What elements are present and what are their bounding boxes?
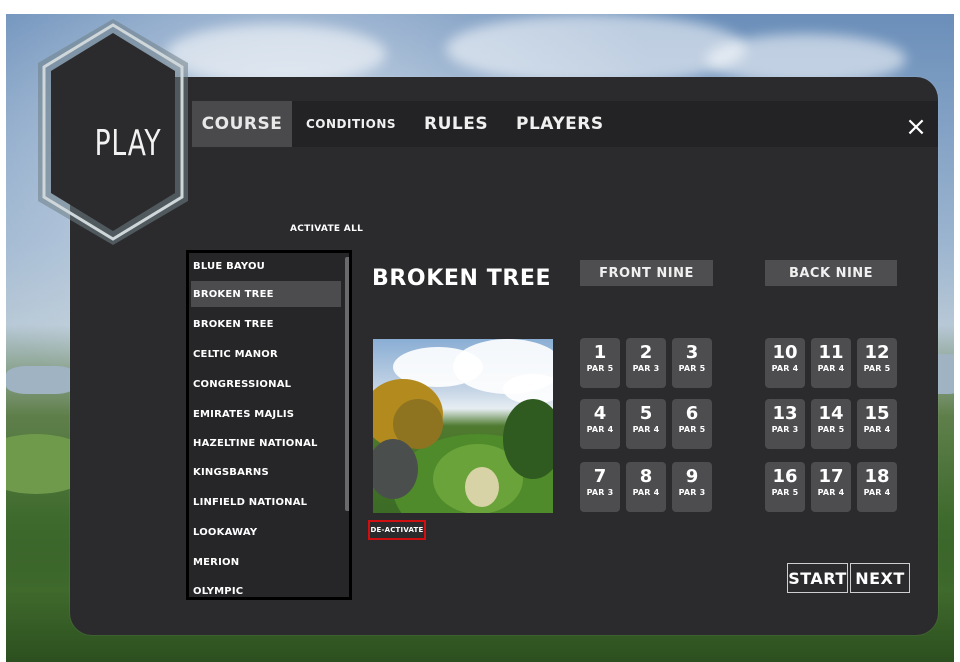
hole-par: PAR 5	[586, 364, 614, 373]
cloud	[166, 24, 386, 84]
hole-number: 12	[864, 342, 890, 363]
next-button[interactable]: NEXT	[850, 563, 910, 593]
hole-par: PAR 5	[678, 364, 706, 373]
hole-button[interactable]: 9 PAR 3	[672, 462, 712, 512]
play-badge: PLAY	[28, 15, 198, 255]
tab-course-label: COURSE	[201, 114, 283, 134]
hole-par: PAR 3	[678, 488, 706, 497]
hole-button[interactable]: 8 PAR 4	[626, 462, 666, 512]
hole-number: 7	[593, 466, 607, 487]
hole-par: PAR 4	[817, 488, 845, 497]
hole-par: PAR 3	[632, 364, 660, 373]
hole-button[interactable]: 5 PAR 4	[626, 399, 666, 449]
hole-par: PAR 5	[863, 364, 891, 373]
hole-par: PAR 5	[678, 425, 706, 434]
course-preview-image	[373, 339, 553, 513]
course-list-item[interactable]: OLYMPIC	[191, 578, 341, 597]
hole-number: 17	[818, 466, 844, 487]
hole-number: 9	[685, 466, 699, 487]
close-icon: ×	[905, 112, 927, 142]
hole-par: PAR 4	[632, 488, 660, 497]
course-list: BLUE BAYOU BROKEN TREE BROKEN TREE CELTI…	[186, 250, 352, 600]
hole-number: 4	[593, 403, 607, 424]
play-title: PLAY	[94, 123, 162, 164]
hole-par: PAR 5	[771, 488, 799, 497]
course-list-item[interactable]: CONGRESSIONAL	[191, 371, 341, 397]
hole-button[interactable]: 4 PAR 4	[580, 399, 620, 449]
hole-number: 3	[685, 342, 699, 363]
course-list-item[interactable]: KINGSBARNS	[191, 459, 341, 485]
hole-par: PAR 4	[586, 425, 614, 434]
hole-button[interactable]: 12 PAR 5	[857, 338, 897, 388]
hole-par: PAR 4	[863, 488, 891, 497]
hole-button[interactable]: 7 PAR 3	[580, 462, 620, 512]
hole-button[interactable]: 10 PAR 4	[765, 338, 805, 388]
course-list-item[interactable]: MERION	[191, 549, 341, 575]
back-nine-header[interactable]: BACK NINE	[765, 260, 897, 286]
hole-button[interactable]: 2 PAR 3	[626, 338, 666, 388]
hole-button[interactable]: 3 PAR 5	[672, 338, 712, 388]
tab-players-label: PLAYERS	[516, 114, 604, 134]
course-list-item[interactable]: CELTIC MANOR	[191, 341, 341, 367]
start-button[interactable]: START	[787, 563, 848, 593]
hole-par: PAR 4	[817, 364, 845, 373]
course-list-item[interactable]: BLUE BAYOU	[191, 253, 341, 279]
hole-number: 5	[639, 403, 653, 424]
tab-conditions[interactable]: CONDITIONS	[306, 101, 396, 147]
tab-players[interactable]: PLAYERS	[516, 101, 604, 147]
hole-number: 13	[772, 403, 798, 424]
hole-button[interactable]: 11 PAR 4	[811, 338, 851, 388]
hole-par: PAR 5	[817, 425, 845, 434]
front-nine-header[interactable]: FRONT NINE	[580, 260, 713, 286]
hole-par: PAR 3	[586, 488, 614, 497]
course-list-item[interactable]: LINFIELD NATIONAL	[191, 489, 341, 515]
hole-button[interactable]: 18 PAR 4	[857, 462, 897, 512]
course-list-item[interactable]: LOOKAWAY	[191, 519, 341, 545]
hole-par: PAR 4	[771, 364, 799, 373]
water	[6, 366, 76, 394]
hole-button[interactable]: 16 PAR 5	[765, 462, 805, 512]
hole-button[interactable]: 17 PAR 4	[811, 462, 851, 512]
close-button[interactable]: ×	[902, 113, 930, 141]
course-list-item[interactable]: EMIRATES MAJLIS	[191, 401, 341, 427]
hole-number: 18	[864, 466, 890, 487]
hole-button[interactable]: 14 PAR 5	[811, 399, 851, 449]
hole-number: 11	[818, 342, 844, 363]
hole-par: PAR 4	[863, 425, 891, 434]
cloud	[446, 14, 746, 84]
tab-rules[interactable]: RULES	[424, 101, 488, 147]
hole-number: 14	[818, 403, 844, 424]
hole-button[interactable]: 1 PAR 5	[580, 338, 620, 388]
activate-all-button[interactable]: ACTIVATE ALL	[290, 224, 363, 234]
hole-number: 1	[593, 342, 607, 363]
hole-number: 10	[772, 342, 798, 363]
hole-number: 15	[864, 403, 890, 424]
tab-rules-label: RULES	[424, 114, 489, 134]
hole-button[interactable]: 6 PAR 5	[672, 399, 712, 449]
course-title: BROKEN TREE	[372, 266, 552, 291]
hole-number: 8	[639, 466, 653, 487]
hole-button[interactable]: 13 PAR 3	[765, 399, 805, 449]
hole-number: 16	[772, 466, 798, 487]
course-list-item[interactable]: BROKEN TREE	[191, 311, 341, 337]
course-list-item[interactable]: BROKEN TREE	[191, 281, 341, 307]
deactivate-button[interactable]: DE-ACTIVATE	[368, 520, 426, 540]
hole-number: 2	[639, 342, 653, 363]
hole-par: PAR 3	[771, 425, 799, 434]
tab-conditions-label: CONDITIONS	[306, 117, 397, 131]
course-list-item[interactable]: HAZELTINE NATIONAL	[191, 430, 341, 456]
hole-par: PAR 4	[632, 425, 660, 434]
hole-button[interactable]: 15 PAR 4	[857, 399, 897, 449]
course-list-scrollbar[interactable]	[345, 257, 349, 511]
hole-number: 6	[685, 403, 699, 424]
tab-course[interactable]: COURSE	[192, 101, 292, 147]
